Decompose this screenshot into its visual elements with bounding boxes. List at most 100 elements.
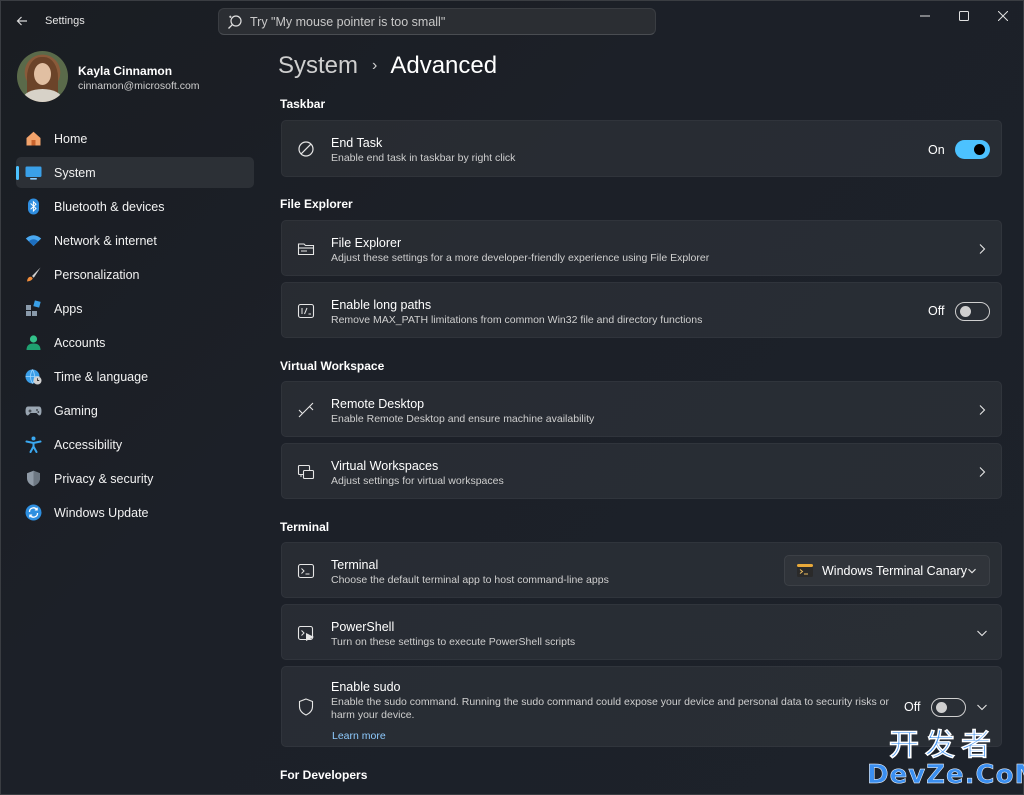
long-paths-state: Off xyxy=(928,304,945,318)
sudo-toggle[interactable] xyxy=(931,698,966,717)
file-explorer-description: Adjust these settings for a more develop… xyxy=(331,252,710,264)
sidebar-item-network[interactable]: Network & internet xyxy=(16,225,254,256)
sidebar-item-label: Accounts xyxy=(54,336,106,350)
paintbrush-icon xyxy=(27,267,41,282)
sidebar-item-gaming[interactable]: Gaming xyxy=(16,395,254,426)
shield-icon xyxy=(27,470,40,487)
virtual-workspaces-card[interactable]: Virtual Workspaces Adjust settings for v… xyxy=(281,443,1002,499)
file-explorer-card[interactable]: File Explorer Adjust these settings for … xyxy=(281,220,1002,276)
chevron-down-icon[interactable] xyxy=(976,701,988,713)
title-bar: Settings xyxy=(1,1,1023,41)
sidebar-item-home[interactable]: Home xyxy=(16,123,254,154)
sidebar-item-label: Home xyxy=(54,132,88,146)
chevron-right-icon xyxy=(979,244,986,254)
sidebar-item-time-language[interactable]: Time & language xyxy=(16,361,254,392)
sudo-description: Enable the sudo command. Running the sud… xyxy=(331,696,889,721)
terminal-title: Terminal xyxy=(331,558,379,572)
section-title-file-explorer: File Explorer xyxy=(280,197,353,211)
terminal-card: Terminal Choose the default terminal app… xyxy=(281,542,1002,598)
chevron-right-icon xyxy=(979,405,986,415)
sidebar-item-system[interactable]: System xyxy=(16,157,254,188)
sidebar-nav: Home System Bluetooth & devices Network … xyxy=(16,123,254,531)
sidebar-item-accounts[interactable]: Accounts xyxy=(16,327,254,358)
accessibility-icon xyxy=(25,436,42,453)
sidebar-item-accessibility[interactable]: Accessibility xyxy=(16,429,254,460)
close-button[interactable] xyxy=(983,1,1023,31)
watermark-line1: 开发者 xyxy=(889,728,997,763)
home-icon xyxy=(26,131,41,146)
app-title: Settings xyxy=(45,15,85,27)
end-task-title: End Task xyxy=(331,136,383,150)
sidebar-item-bluetooth[interactable]: Bluetooth & devices xyxy=(16,191,254,222)
end-task-toggle[interactable] xyxy=(955,140,990,159)
powershell-title: PowerShell xyxy=(331,620,395,634)
learn-more-link[interactable]: Learn more xyxy=(332,730,386,742)
terminal-canary-icon xyxy=(797,564,813,577)
gamepad-icon xyxy=(25,406,42,416)
sudo-title: Enable sudo xyxy=(331,680,401,694)
long-paths-toggle[interactable] xyxy=(955,302,990,321)
sidebar-item-label: Apps xyxy=(54,302,83,316)
sidebar-item-label: Accessibility xyxy=(54,438,123,452)
search-box[interactable] xyxy=(218,8,656,35)
windows-update-icon xyxy=(25,504,42,521)
powershell-card[interactable]: PowerShell Turn on these settings to exe… xyxy=(281,604,1002,660)
search-input[interactable] xyxy=(250,9,645,34)
breadcrumb-parent[interactable]: System xyxy=(278,52,358,80)
page-title: Advanced xyxy=(390,52,498,79)
chevron-right-icon xyxy=(979,467,986,477)
virtual-workspaces-title: Virtual Workspaces xyxy=(331,459,439,473)
breadcrumb: System › Advanced xyxy=(278,50,497,82)
end-task-state: On xyxy=(928,143,945,157)
remote-desktop-title: Remote Desktop xyxy=(331,397,425,411)
folder-icon xyxy=(297,243,315,256)
virtual-workspaces-description: Adjust settings for virtual workspaces xyxy=(331,475,504,487)
user-email: cinnamon@microsoft.com xyxy=(78,80,200,92)
avatar xyxy=(17,51,68,102)
maximize-button[interactable] xyxy=(944,1,984,31)
sidebar-item-label: Network & internet xyxy=(54,234,157,248)
system-display-icon xyxy=(25,166,42,180)
accounts-icon xyxy=(26,335,41,350)
remote-desktop-card[interactable]: Remote Desktop Enable Remote Desktop and… xyxy=(281,381,1002,437)
default-terminal-dropdown[interactable]: Windows Terminal Canary xyxy=(784,555,990,586)
sidebar-item-personalization[interactable]: Personalization xyxy=(16,259,254,290)
terminal-description: Choose the default terminal app to host … xyxy=(331,574,609,586)
section-title-virtual-workspace: Virtual Workspace xyxy=(280,359,385,373)
wifi-icon xyxy=(25,235,42,246)
file-explorer-title: File Explorer xyxy=(331,236,402,250)
sidebar-item-label: Gaming xyxy=(54,404,98,418)
minimize-button[interactable] xyxy=(905,1,945,31)
apps-icon xyxy=(26,300,41,316)
sidebar-item-windows-update[interactable]: Windows Update xyxy=(16,497,254,528)
remote-desktop-icon xyxy=(298,402,314,418)
search-icon xyxy=(228,15,242,29)
sidebar-item-apps[interactable]: Apps xyxy=(16,293,254,324)
chevron-down-icon xyxy=(977,630,987,637)
end-task-description: Enable end task in taskbar by right clic… xyxy=(331,152,516,164)
section-title-taskbar: Taskbar xyxy=(280,97,326,111)
sidebar-item-label: Personalization xyxy=(54,268,140,282)
end-task-icon xyxy=(298,141,314,157)
remote-desktop-description: Enable Remote Desktop and ensure machine… xyxy=(331,413,595,425)
section-title-for-developers: For Developers xyxy=(280,768,368,782)
back-arrow-icon xyxy=(16,16,27,26)
virtual-workspaces-icon xyxy=(297,464,315,480)
settings-window: Settings Kayla Cinnamon cinnamon@microso… xyxy=(0,0,1024,795)
back-button[interactable] xyxy=(9,9,35,33)
sidebar-item-label: Windows Update xyxy=(54,506,149,520)
breadcrumb-separator: › xyxy=(372,57,378,74)
user-name: Kayla Cinnamon xyxy=(78,64,173,78)
watermark-line2: DevZe.CoM xyxy=(867,760,1024,790)
sidebar-item-privacy-security[interactable]: Privacy & security xyxy=(16,463,254,494)
watermark-logo: 开发者 DevZe.CoM xyxy=(867,728,1024,791)
maximize-icon xyxy=(959,11,969,21)
sidebar-item-label: System xyxy=(54,166,96,180)
sudo-state: Off xyxy=(904,700,921,714)
end-task-card: End Task Enable end task in taskbar by r… xyxy=(281,120,1002,177)
close-icon xyxy=(998,11,1008,21)
long-paths-card: Enable long paths Remove MAX_PATH limita… xyxy=(281,282,1002,338)
default-terminal-value: Windows Terminal Canary xyxy=(822,564,967,578)
globe-clock-icon xyxy=(25,369,42,385)
bluetooth-icon xyxy=(28,198,39,215)
